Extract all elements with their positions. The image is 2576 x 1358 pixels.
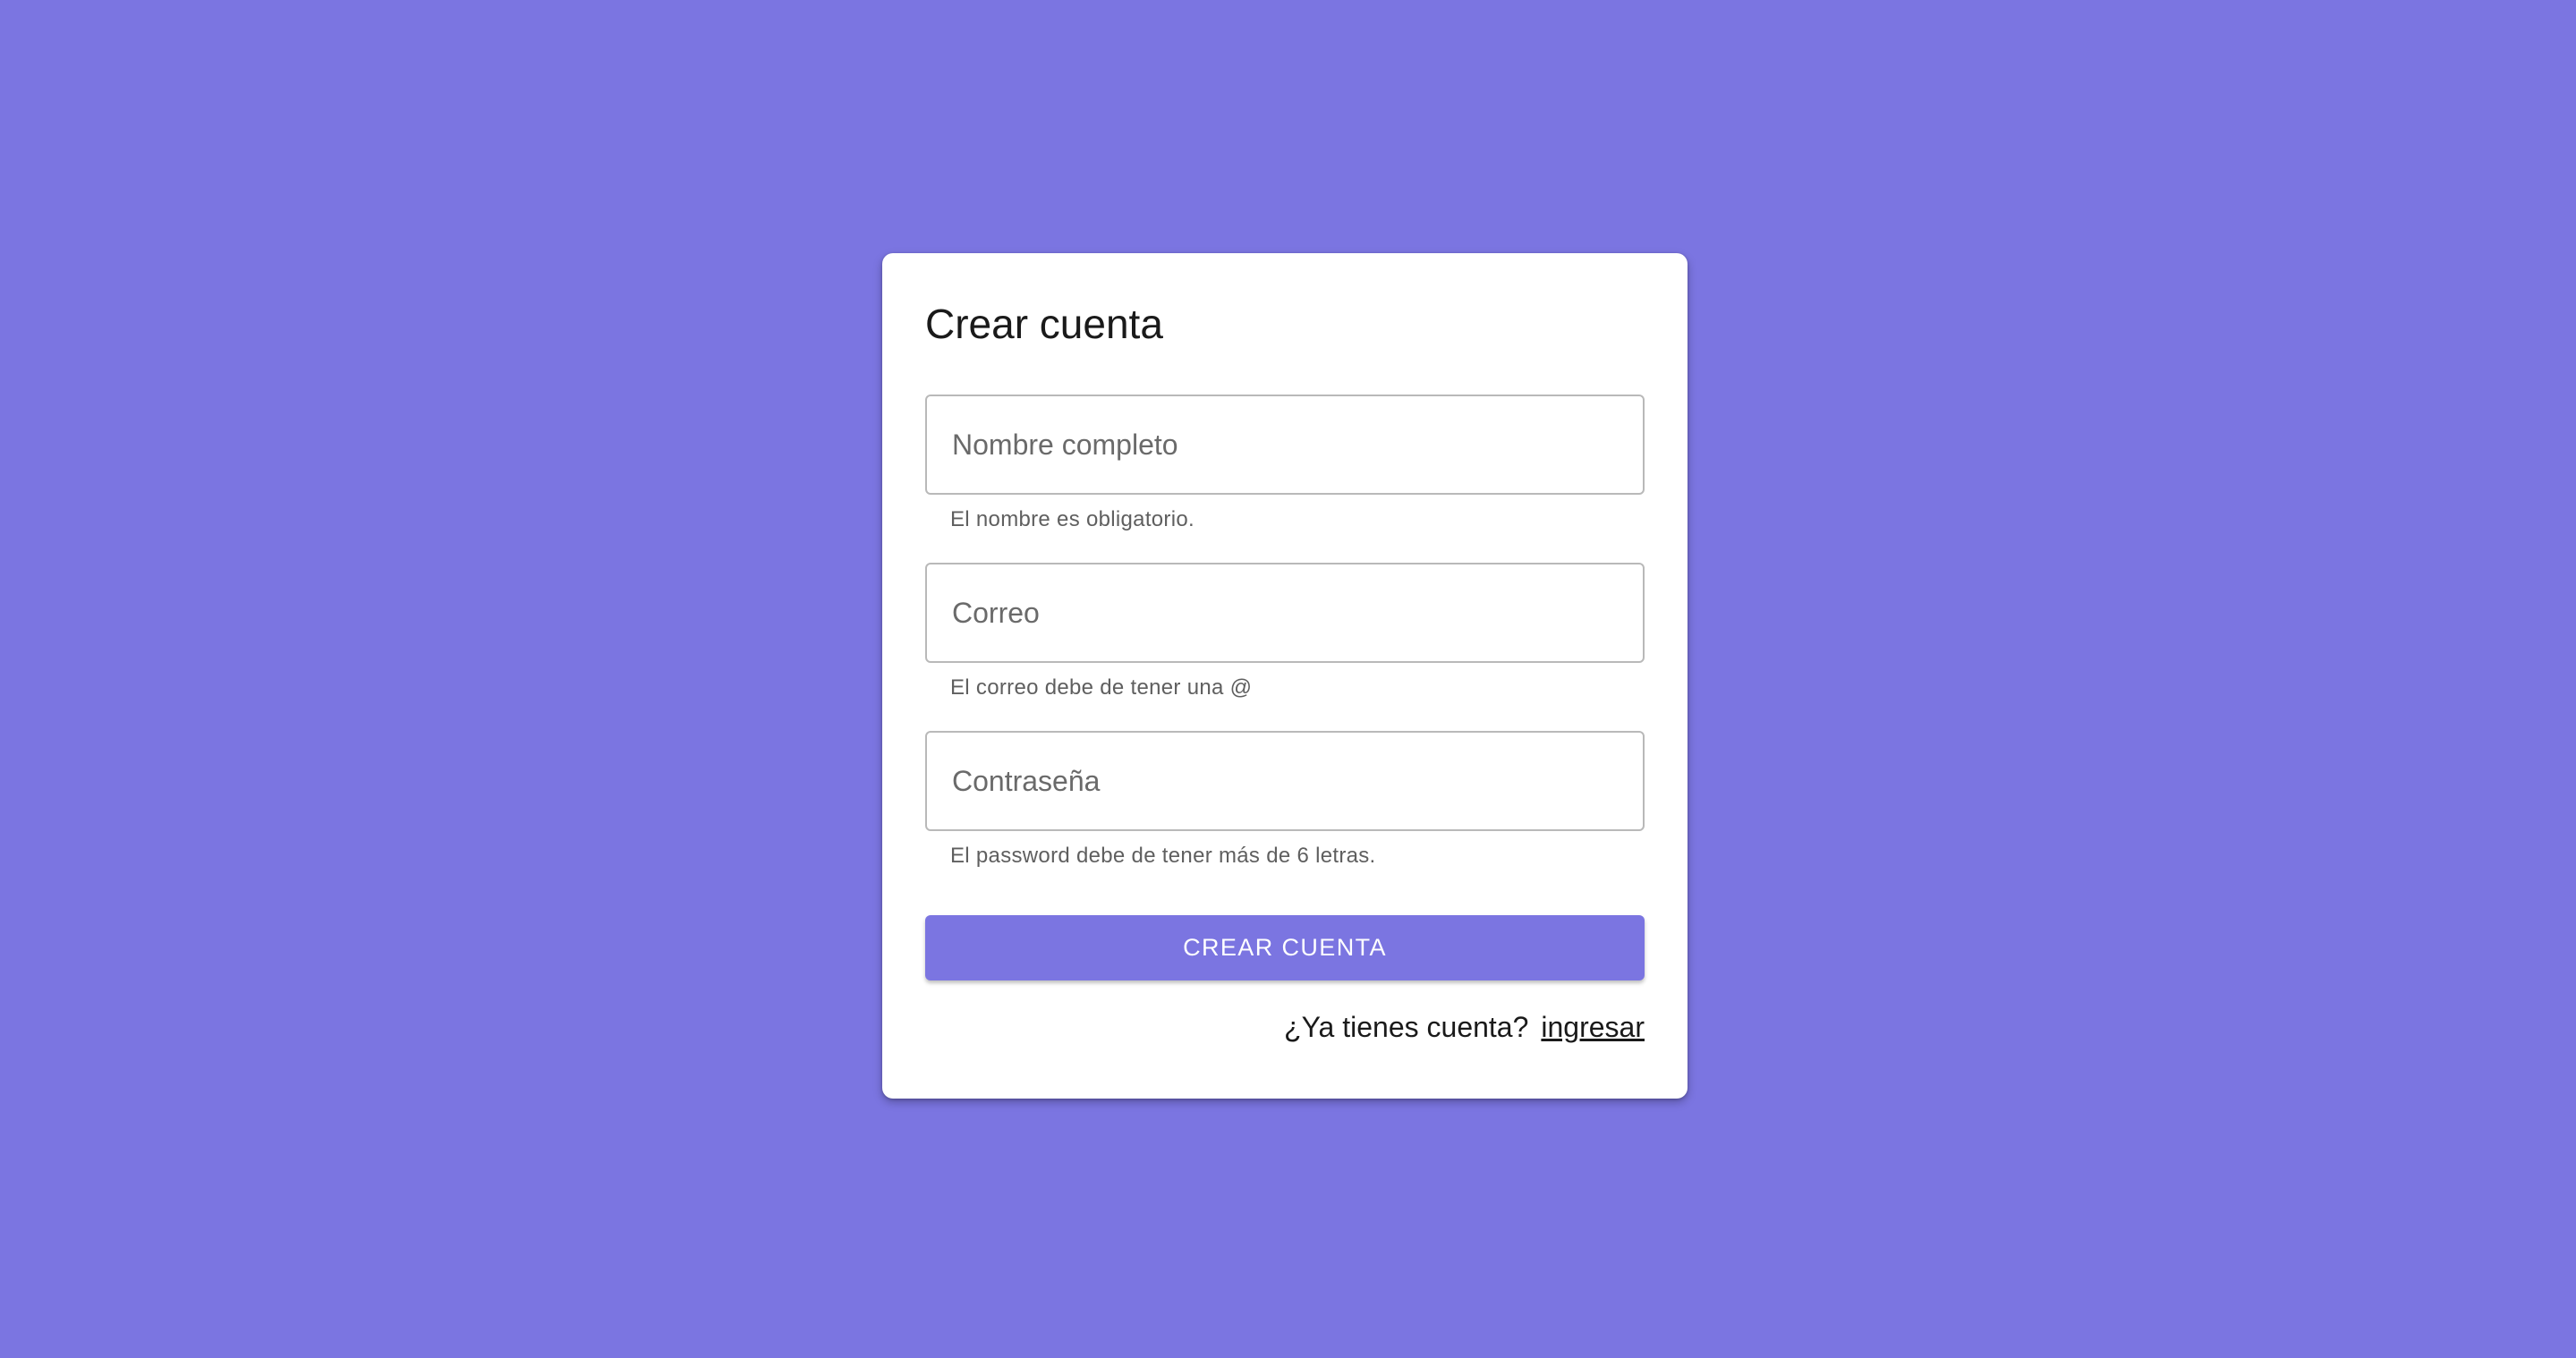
email-input[interactable]: [952, 564, 1618, 661]
password-field-box[interactable]: [925, 731, 1645, 831]
password-helper-text: El password debe de tener más de 6 letra…: [950, 844, 1376, 868]
login-prompt-text: ¿Ya tienes cuenta?: [1284, 1011, 1529, 1043]
login-link[interactable]: ingresar: [1541, 1011, 1645, 1043]
password-field-group: El password debe de tener más de 6 letra…: [925, 731, 1645, 869]
fullname-field-group: El nombre es obligatorio.: [925, 395, 1645, 532]
page-title: Crear cuenta: [925, 301, 1163, 347]
email-field-group: El correo debe de tener una @: [925, 563, 1645, 700]
email-field-box[interactable]: [925, 563, 1645, 663]
login-prompt: ¿Ya tienes cuenta? ingresar: [925, 1011, 1645, 1044]
password-input[interactable]: [952, 733, 1618, 829]
register-card: Crear cuenta El nombre es obligatorio. E…: [882, 253, 1688, 1099]
email-helper-text: El correo debe de tener una @: [950, 675, 1253, 700]
fullname-input[interactable]: [952, 396, 1618, 493]
fullname-helper-text: El nombre es obligatorio.: [950, 507, 1194, 531]
fullname-field-box[interactable]: [925, 395, 1645, 495]
create-account-button[interactable]: Crear cuenta: [925, 915, 1645, 980]
